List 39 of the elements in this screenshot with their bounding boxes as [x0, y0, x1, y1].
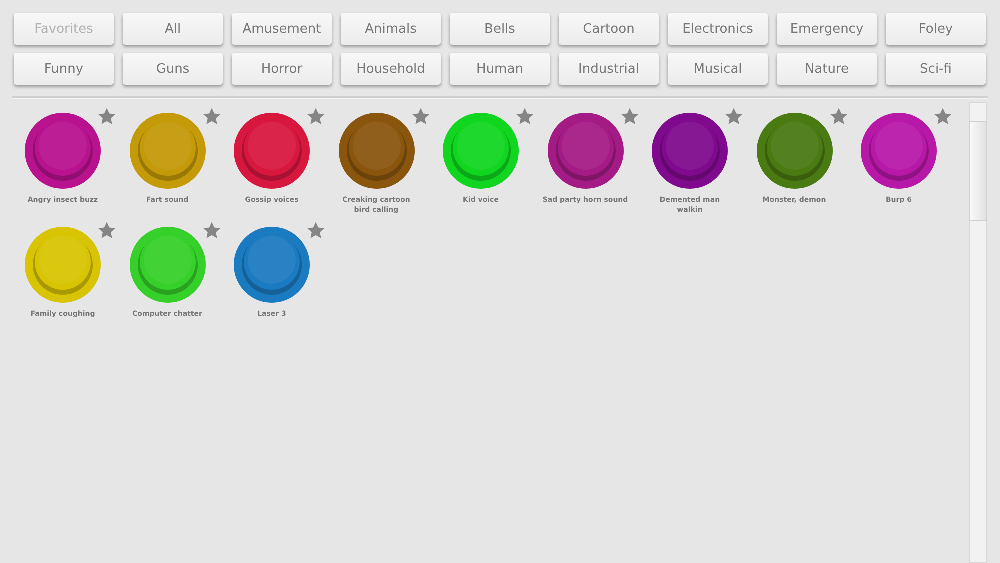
category-button[interactable]: Sci-fi	[886, 53, 986, 85]
category-button[interactable]: Musical	[668, 53, 768, 85]
category-button[interactable]: Nature	[777, 53, 877, 85]
sound-button[interactable]	[234, 113, 310, 189]
star-icon[interactable]	[724, 107, 744, 127]
scrollbar-thumb[interactable]	[969, 121, 987, 221]
star-icon[interactable]	[410, 107, 430, 127]
sound-button[interactable]	[548, 113, 624, 189]
star-icon[interactable]	[97, 107, 117, 127]
category-button[interactable]: Guns	[123, 53, 223, 85]
sound-button[interactable]	[861, 113, 937, 189]
category-button[interactable]: Funny	[14, 53, 114, 85]
category-button[interactable]: Human	[450, 53, 550, 85]
scrollbar[interactable]	[969, 102, 987, 563]
star-icon[interactable]	[306, 221, 326, 241]
star-icon[interactable]	[515, 107, 535, 127]
star-icon[interactable]	[620, 107, 640, 127]
star-icon[interactable]	[202, 107, 222, 127]
category-button[interactable]: Household	[341, 53, 441, 85]
category-button[interactable]: Amusement	[232, 13, 332, 45]
sound-button[interactable]	[338, 113, 414, 189]
category-button[interactable]: Electronics	[668, 13, 768, 45]
star-icon[interactable]	[306, 107, 326, 127]
sound-button[interactable]	[756, 113, 832, 189]
category-button[interactable]: Industrial	[559, 53, 659, 85]
star-icon[interactable]	[828, 107, 848, 127]
star-icon[interactable]	[933, 107, 953, 127]
star-icon[interactable]	[202, 221, 222, 241]
category-button[interactable]: Foley	[886, 13, 986, 45]
star-icon[interactable]	[97, 221, 117, 241]
category-button[interactable]: Emergency	[777, 13, 877, 45]
category-button[interactable]: Cartoon	[559, 13, 659, 45]
sound-button[interactable]	[25, 113, 101, 189]
sound-button[interactable]	[652, 113, 728, 189]
category-button[interactable]: Bells	[450, 13, 550, 45]
category-button[interactable]: All	[123, 13, 223, 45]
category-button[interactable]: Horror	[232, 53, 332, 85]
category-button[interactable]: Animals	[341, 13, 441, 45]
sound-button[interactable]	[234, 227, 310, 303]
